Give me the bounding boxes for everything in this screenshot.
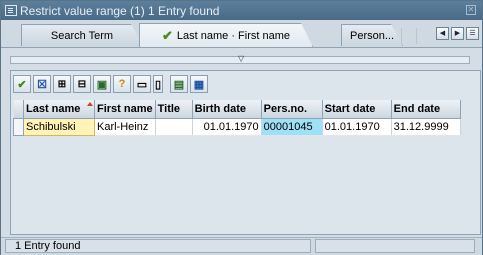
column-last-name[interactable]: Last name — [23, 100, 95, 119]
row-selector[interactable] — [13, 118, 24, 136]
check-icon[interactable]: ✔ — [13, 75, 31, 93]
close-icon[interactable]: ✕ — [466, 5, 476, 15]
export-icon[interactable]: ▤ — [170, 75, 188, 93]
column-label: First name — [97, 103, 153, 115]
title-bar: Restrict value range (1) 1 Entry found ✕ — [1, 1, 482, 20]
help-icon[interactable]: ? — [113, 75, 131, 93]
column-label: Pers.no. — [263, 103, 308, 115]
result-toolbar: ✔ ☒ ⊞ ⊟ ▣ ? ▭ ▯ ▤ ▦ — [13, 75, 210, 93]
value-help-dialog: Restrict value range (1) 1 Entry found ✕… — [0, 0, 483, 255]
cell-pers-no[interactable]: 00001045 — [261, 118, 323, 136]
tab-prev-icon[interactable]: ◀ — [436, 27, 449, 40]
column-pers-no[interactable]: Pers.no. — [261, 100, 323, 119]
cell-title[interactable] — [155, 118, 193, 136]
cell-first-name[interactable]: Karl-Heinz — [94, 118, 156, 136]
column-label: End date — [393, 103, 441, 115]
tab-label: Search Term — [50, 29, 114, 42]
tab-divider — [401, 28, 417, 44]
status-field — [315, 239, 475, 253]
column-first-name[interactable]: First name — [94, 100, 156, 119]
sort-ascending-icon — [87, 102, 93, 106]
column-end-date[interactable]: End date — [391, 100, 461, 119]
criteria-collapse-bar[interactable]: ▽ — [10, 54, 470, 64]
tab-search-term[interactable]: Search Term — [21, 24, 143, 46]
tab-strip: Search Term ✔ Last name · First name Per… — [1, 20, 482, 48]
sum-icon[interactable]: ▣ — [93, 75, 111, 93]
column-birth-date[interactable]: Birth date — [192, 100, 262, 119]
print-preview-icon[interactable]: ▯ — [153, 75, 163, 93]
cell-birth-date[interactable]: 01.01.1970 — [192, 118, 262, 136]
checkmark-icon: ✔ — [162, 27, 173, 43]
layout-icon[interactable]: ▦ — [190, 75, 208, 93]
find-next-icon[interactable]: ⊟ — [73, 75, 91, 93]
window-title: Restrict value range (1) 1 Entry found — [20, 3, 220, 18]
find-icon[interactable]: ⊞ — [53, 75, 71, 93]
column-label: Start date — [324, 103, 376, 115]
cell-start-date[interactable]: 01.01.1970 — [322, 118, 392, 136]
tab-label: Person... — [349, 29, 395, 42]
select-all-cell[interactable] — [13, 100, 24, 119]
table-row[interactable]: Schibulski Karl-Heinz 01.01.1970 0000104… — [13, 118, 461, 136]
cell-end-date[interactable]: 31.12.9999 — [391, 118, 461, 136]
window-icon — [5, 5, 17, 16]
collapse-arrow-icon: ▽ — [238, 54, 245, 63]
results-panel: ✔ ☒ ⊞ ⊟ ▣ ? ▭ ▯ ▤ ▦ Last name First name… — [10, 70, 481, 235]
tab-navigation: ◀ ▶ ☰ — [436, 27, 479, 40]
column-start-date[interactable]: Start date — [322, 100, 392, 119]
cell-last-name[interactable]: Schibulski — [23, 118, 95, 136]
column-label: Title — [157, 103, 181, 115]
tab-next-icon[interactable]: ▶ — [451, 27, 464, 40]
column-label: Last name — [26, 103, 81, 115]
cancel-icon[interactable]: ☒ — [33, 75, 51, 93]
column-label: Birth date — [194, 103, 246, 115]
tab-person[interactable]: Person... — [341, 24, 403, 46]
tab-last-name-first-name[interactable]: ✔ Last name · First name — [139, 23, 313, 47]
results-table: Last name First name Title Birth date Pe… — [13, 100, 461, 136]
table-header-row: Last name First name Title Birth date Pe… — [13, 100, 461, 119]
status-bar: 1 Entry found — [1, 237, 482, 255]
print-icon[interactable]: ▭ — [133, 75, 151, 93]
tab-list-icon[interactable]: ☰ — [466, 27, 479, 40]
status-message: 1 Entry found — [5, 239, 311, 253]
column-title[interactable]: Title — [155, 100, 193, 119]
tab-label: Last name · First name — [176, 29, 290, 42]
